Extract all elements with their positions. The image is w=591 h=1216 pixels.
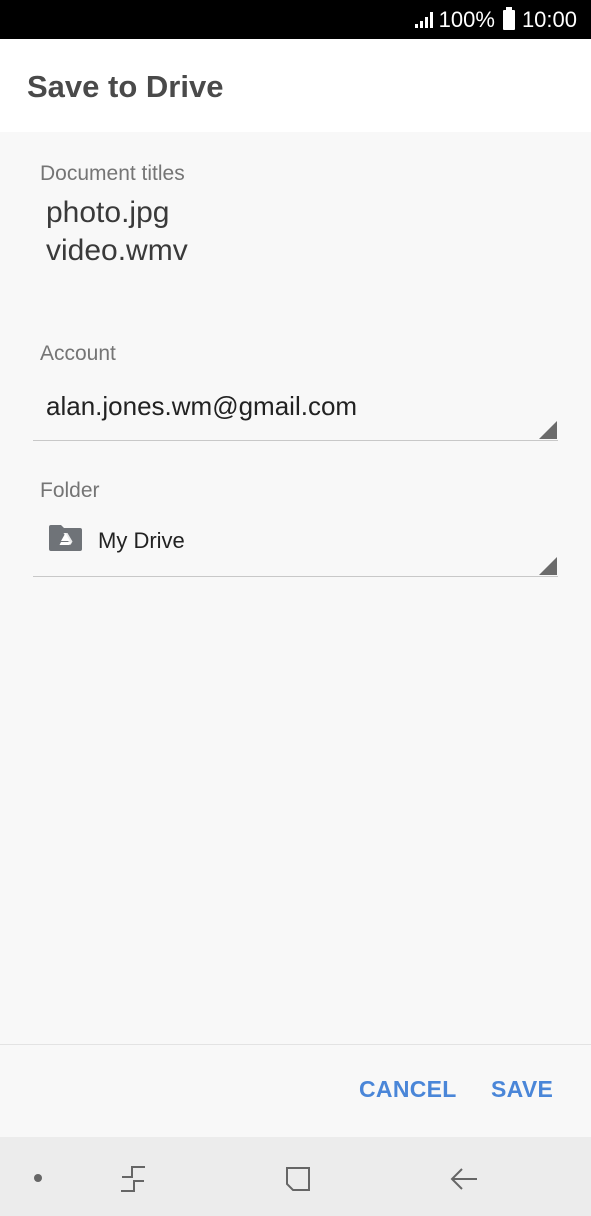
footer-divider <box>0 1044 591 1045</box>
document-titles-label: Document titles <box>40 162 185 185</box>
folder-value: My Drive <box>98 528 185 553</box>
status-bar: 100% 10:00 <box>0 0 591 39</box>
dropdown-arrow-icon <box>539 557 557 575</box>
drive-folder-icon <box>49 525 82 551</box>
account-value: alan.jones.wm@gmail.com <box>46 391 358 421</box>
dot-icon[interactable] <box>33 1173 43 1183</box>
folder-label: Folder <box>40 479 100 502</box>
folder-select[interactable]: My Drive <box>33 517 558 577</box>
navigation-bar <box>0 1137 591 1216</box>
account-label: Account <box>40 342 116 365</box>
battery-icon <box>502 6 515 30</box>
save-button[interactable]: SAVE <box>491 1076 553 1103</box>
home-icon[interactable] <box>283 1163 313 1195</box>
page-title: Save to Drive <box>27 69 224 104</box>
cancel-button[interactable]: CANCEL <box>359 1076 457 1103</box>
battery-percentage: 100% <box>438 6 495 32</box>
clock: 10:00 <box>521 6 577 32</box>
account-select[interactable]: alan.jones.wm@gmail.com <box>33 381 558 441</box>
app-header: Save to Drive <box>0 39 591 132</box>
recents-icon[interactable] <box>118 1163 148 1195</box>
document-title-item: photo.jpg <box>46 196 170 229</box>
signal-icon <box>414 11 433 28</box>
back-icon[interactable] <box>449 1163 479 1195</box>
document-title-item: video.wmv <box>46 234 188 267</box>
dropdown-arrow-icon <box>539 421 557 439</box>
